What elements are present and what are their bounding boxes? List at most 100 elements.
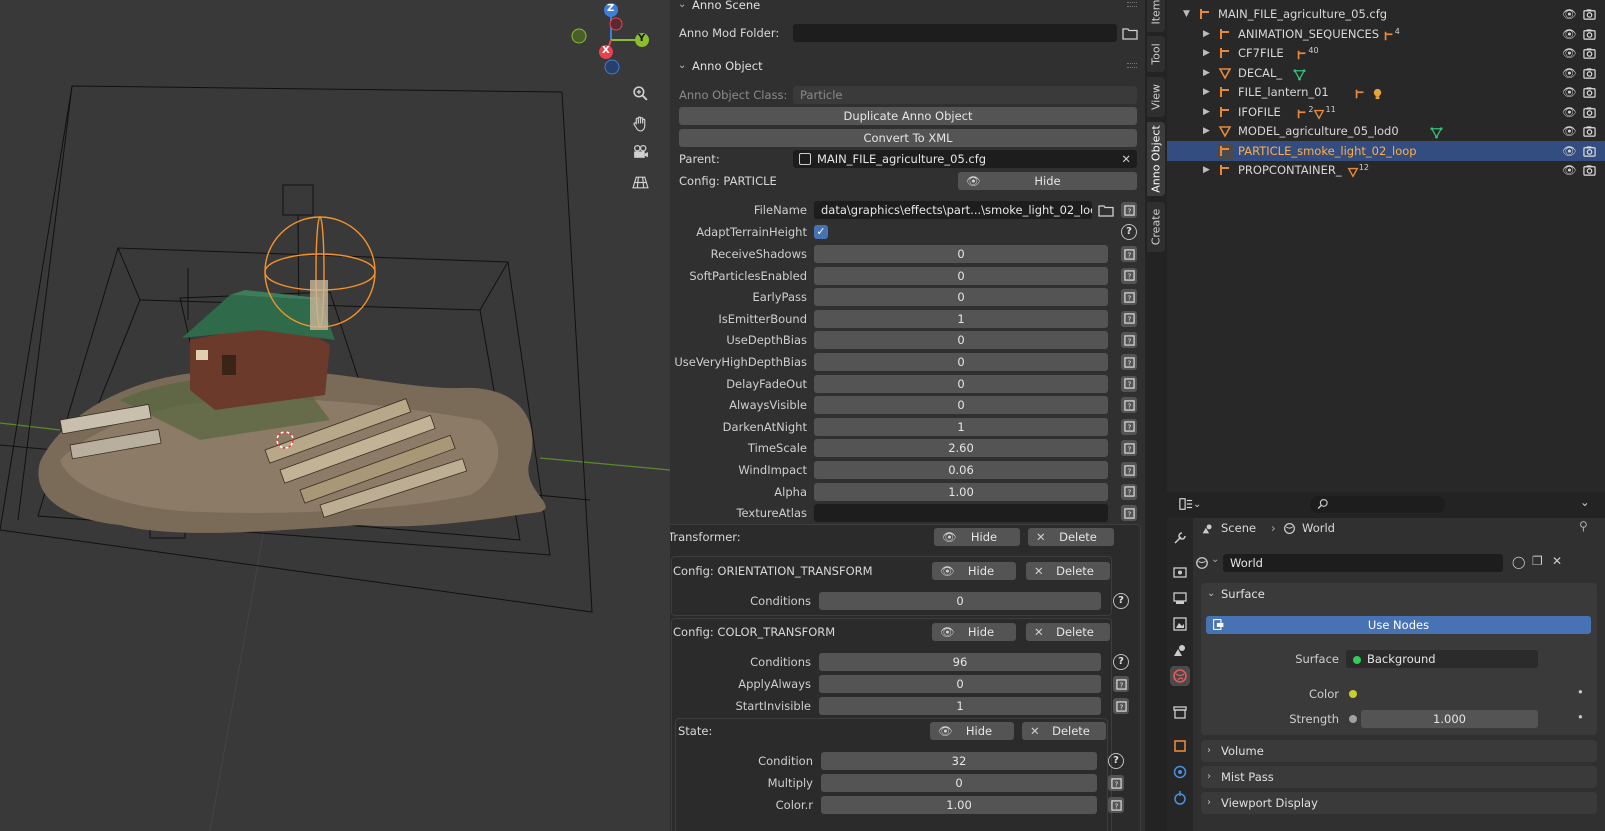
- help-circle-icon[interactable]: ?: [1113, 654, 1129, 670]
- expand-right-icon[interactable]: ▶: [1203, 160, 1210, 180]
- child-count-badge[interactable]: 4: [1383, 26, 1400, 42]
- help-icon[interactable]: ?: [1121, 375, 1137, 392]
- 3d-viewport[interactable]: Z Y X: [0, 0, 670, 831]
- duplicate-anno-object-button[interactable]: Duplicate Anno Object: [679, 107, 1137, 125]
- help-icon[interactable]: ?: [1121, 440, 1137, 457]
- gizmo-x-label[interactable]: X: [602, 45, 610, 56]
- parent-field[interactable]: MAIN_FILE_agriculture_05.cfg ✕: [793, 150, 1137, 168]
- help-icon[interactable]: ?: [1121, 246, 1137, 262]
- visibility-eye-icon[interactable]: 👁: [1562, 102, 1577, 122]
- multiply-field[interactable]: 0: [821, 774, 1097, 792]
- param-field[interactable]: 0.06: [814, 461, 1108, 479]
- grid-icon[interactable]: [628, 170, 652, 194]
- gizmo-z-label[interactable]: Z: [607, 3, 614, 14]
- anno-mod-folder-field[interactable]: [793, 24, 1117, 42]
- delete-button[interactable]: ✕ Delete: [1026, 623, 1110, 641]
- pin-icon[interactable]: ⚲: [1579, 519, 1588, 533]
- outliner-item[interactable]: ▼ MAIN_FILE_agriculture_05.cfg 👁: [1167, 4, 1605, 24]
- help-icon[interactable]: ?: [1113, 698, 1129, 714]
- outliner-item[interactable]: PARTICLE_smoke_light_02_loop 👁: [1167, 141, 1605, 161]
- delete-button[interactable]: ✕ Delete: [1026, 562, 1110, 580]
- visibility-eye-icon[interactable]: 👁: [1562, 82, 1577, 102]
- filename-field[interactable]: data\graphics\effects\part...\smoke_ligh…: [814, 201, 1092, 219]
- child-count-badge[interactable]: 40: [1296, 45, 1319, 61]
- color-r-field[interactable]: 1.00: [821, 796, 1097, 814]
- param-field[interactable]: 0: [814, 245, 1108, 263]
- output-icon[interactable]: [1172, 590, 1188, 606]
- apply-always-field[interactable]: 0: [819, 675, 1101, 693]
- conditions-field[interactable]: 96: [819, 653, 1101, 671]
- outliner-item[interactable]: ▶ DECAL_ 👁: [1167, 63, 1605, 83]
- help-icon[interactable]: ?: [1108, 797, 1124, 813]
- help-icon[interactable]: ?: [1121, 462, 1137, 478]
- tab-item[interactable]: Item: [1147, 0, 1165, 32]
- help-icon[interactable]: ?: [1121, 310, 1137, 327]
- help-circle-icon[interactable]: ?: [1121, 224, 1137, 240]
- param-field[interactable]: 1: [814, 417, 1108, 436]
- param-field[interactable]: 0: [814, 396, 1108, 415]
- gizmo-y-label[interactable]: Y: [638, 33, 645, 44]
- visibility-eye-icon[interactable]: 👁: [1562, 141, 1577, 161]
- param-field[interactable]: [814, 504, 1108, 523]
- start-invisible-field[interactable]: 1: [819, 697, 1101, 715]
- adapt-terrain-height-checkbox[interactable]: ✓: [814, 225, 828, 239]
- help-icon[interactable]: ?: [1121, 267, 1137, 284]
- world-icon[interactable]: [1170, 666, 1190, 686]
- param-field[interactable]: 1: [814, 309, 1108, 328]
- breadcrumb-scene[interactable]: Scene: [1221, 520, 1256, 536]
- render-camera-icon[interactable]: [1583, 27, 1596, 40]
- child-objects-badge[interactable]: [1354, 84, 1384, 100]
- render-camera-icon[interactable]: [1583, 46, 1596, 59]
- expand-right-icon[interactable]: ▶: [1203, 102, 1210, 122]
- expand-right-icon[interactable]: ▶: [1203, 63, 1210, 83]
- child-count-badge[interactable]: 2 11: [1296, 104, 1336, 120]
- outliner-item[interactable]: ▶ PROPCONTAINER_ 12 👁: [1167, 160, 1605, 180]
- help-icon[interactable]: ?: [1121, 202, 1137, 218]
- anno-scene-header[interactable]: ⌄ Anno Scene: [670, 0, 1145, 16]
- param-field[interactable]: 1.00: [814, 482, 1108, 501]
- surface-section-header[interactable]: ⌄ Surface: [1201, 583, 1597, 605]
- render-icon[interactable]: [1172, 564, 1188, 580]
- search-input[interactable]: [1310, 496, 1445, 513]
- outliner-item[interactable]: ▶ ANIMATION_SEQUENCES 4 👁: [1167, 24, 1605, 44]
- visibility-eye-icon[interactable]: 👁: [1562, 160, 1577, 180]
- strength-socket-dot[interactable]: [1349, 715, 1357, 723]
- visibility-eye-icon[interactable]: 👁: [1562, 24, 1577, 44]
- help-icon[interactable]: ?: [1121, 397, 1137, 414]
- camera-icon[interactable]: [628, 140, 652, 164]
- tab-anno-object[interactable]: Anno Object: [1147, 122, 1165, 196]
- hide-button[interactable]: 👁 Hide: [932, 562, 1016, 580]
- outliner-item[interactable]: ▶ CF7FILE 40 👁: [1167, 43, 1605, 63]
- help-icon[interactable]: ?: [1121, 418, 1137, 435]
- folder-icon[interactable]: [1122, 26, 1138, 40]
- render-camera-icon[interactable]: [1583, 85, 1596, 98]
- help-icon[interactable]: ?: [1121, 289, 1137, 306]
- expand-right-icon[interactable]: ▶: [1203, 43, 1210, 63]
- help-icon[interactable]: ?: [1121, 505, 1137, 522]
- keyframe-dot[interactable]: •: [1577, 685, 1584, 699]
- render-camera-icon[interactable]: [1583, 105, 1596, 118]
- expand-right-icon[interactable]: ▶: [1203, 82, 1210, 102]
- expand-down-icon[interactable]: ▼: [1183, 4, 1190, 24]
- constraints-icon[interactable]: [1172, 790, 1188, 806]
- world-datablock[interactable]: ⌄ World: [1193, 554, 1505, 572]
- mesh-data-icon[interactable]: [1430, 123, 1443, 139]
- tab-tool[interactable]: Tool: [1147, 36, 1165, 72]
- breadcrumb-world[interactable]: World: [1302, 520, 1335, 536]
- tab-create[interactable]: Create: [1147, 202, 1165, 252]
- render-camera-icon[interactable]: [1583, 144, 1596, 157]
- color-swatch[interactable]: [1361, 686, 1541, 702]
- object-icon[interactable]: [1172, 738, 1188, 754]
- conditions-field[interactable]: 0: [819, 592, 1101, 610]
- child-count-badge[interactable]: 12: [1347, 162, 1369, 178]
- param-field[interactable]: 0: [814, 266, 1108, 285]
- grip-icon[interactable]: [1127, 63, 1137, 68]
- render-camera-icon[interactable]: [1583, 66, 1596, 79]
- collection-icon[interactable]: [1172, 704, 1188, 720]
- anno-object-class-select[interactable]: Particle: [793, 86, 1137, 104]
- help-icon[interactable]: ?: [1121, 354, 1137, 370]
- close-icon[interactable]: ✕: [1121, 150, 1131, 168]
- visibility-eye-icon[interactable]: 👁: [1562, 43, 1577, 63]
- hide-button[interactable]: 👁 Hide: [932, 623, 1016, 641]
- help-icon[interactable]: ?: [1108, 775, 1124, 791]
